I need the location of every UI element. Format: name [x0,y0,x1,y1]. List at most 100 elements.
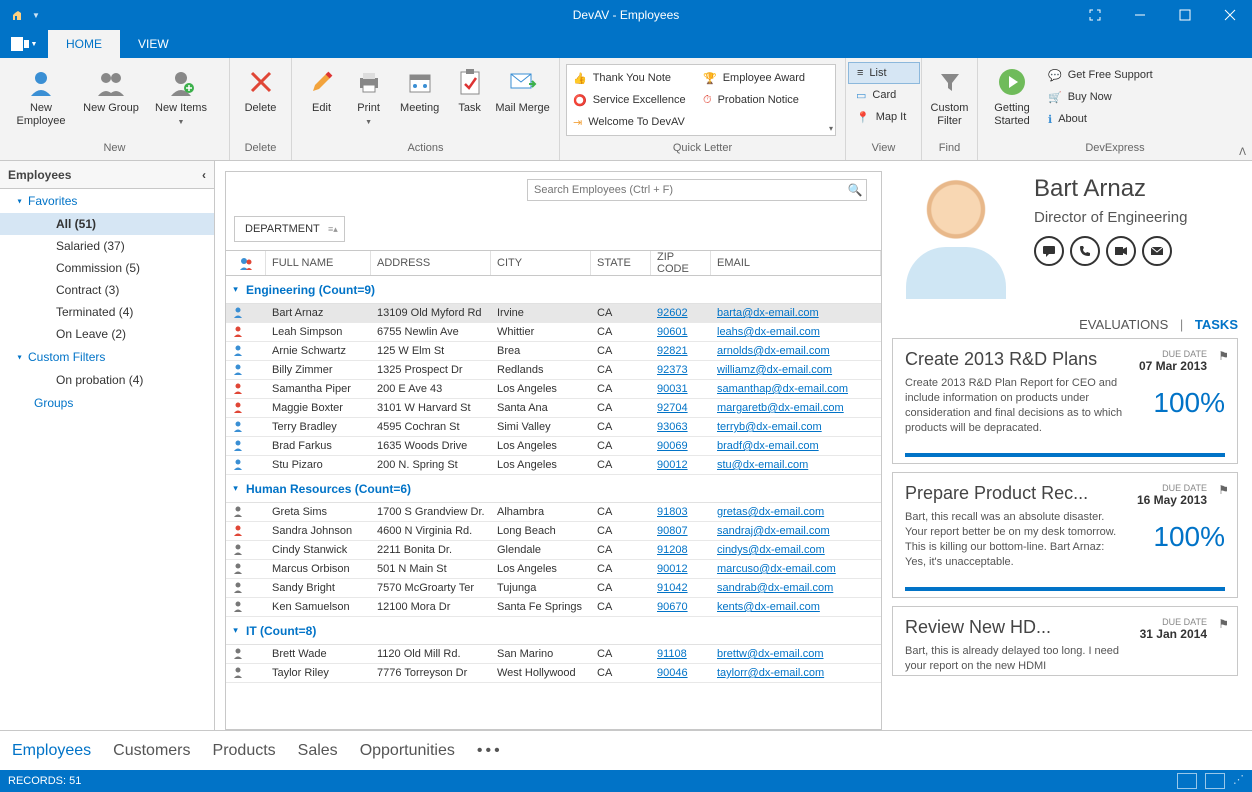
zip-link[interactable]: 91108 [651,648,711,660]
table-row[interactable]: Leah Simpson6755 Newlin AveWhittierCA906… [226,323,881,342]
minimize-button[interactable] [1117,0,1162,30]
bottom-nav-products[interactable]: Products [213,742,276,760]
zip-link[interactable]: 90046 [651,667,711,679]
custom-filter-button[interactable]: Custom Filter [928,62,971,128]
call-button[interactable] [1070,236,1100,266]
quick-letter-probation[interactable]: ⏱Probation Notice [699,89,829,111]
zip-link[interactable]: 90031 [651,383,711,395]
zip-link[interactable]: 92704 [651,402,711,414]
bottom-nav-employees[interactable]: Employees [12,742,91,760]
email-link[interactable]: cindys@dx-email.com [711,544,881,556]
quick-access-dropdown-icon[interactable]: ▼ [32,11,40,20]
group-header-row[interactable]: ▸IT (Count=8) [226,617,881,645]
status-view-1[interactable] [1177,773,1197,789]
zip-link[interactable]: 90601 [651,326,711,338]
group-header-row[interactable]: ▸Human Resources (Count=6) [226,475,881,503]
zip-link[interactable]: 92373 [651,364,711,376]
message-button[interactable] [1034,236,1064,266]
nav-item[interactable]: On Leave (2) [0,323,214,345]
zip-link[interactable]: 91208 [651,544,711,556]
view-map-button[interactable]: 📍Map It [848,106,920,128]
quick-access-icon[interactable] [8,6,26,24]
bottom-nav-customers[interactable]: Customers [113,742,190,760]
table-row[interactable]: Brett Wade1120 Old Mill Rd.San MarinoCA9… [226,645,881,664]
email-link[interactable]: marcuso@dx-email.com [711,563,881,575]
zip-link[interactable]: 90069 [651,440,711,452]
delete-button[interactable]: Delete [236,62,285,115]
ribbon-collapse-icon[interactable]: ᐱ [1239,147,1246,158]
file-button[interactable]: ▼ [0,30,48,58]
view-card-button[interactable]: ▭Card [848,84,920,106]
table-row[interactable]: Taylor Riley7776 Torreyson DrWest Hollyw… [226,664,881,683]
task-card[interactable]: Prepare Product Rec...Bart, this recall … [892,472,1238,598]
zip-link[interactable]: 92821 [651,345,711,357]
table-row[interactable]: Ken Samuelson12100 Mora DrSanta Fe Sprin… [226,598,881,617]
status-view-2[interactable] [1205,773,1225,789]
table-row[interactable]: Stu Pizaro200 N. Spring StLos AngelesCA9… [226,456,881,475]
get-support-button[interactable]: 💬Get Free Support [1040,64,1161,86]
detail-tab-tasks[interactable]: TASKS [1195,317,1238,332]
col-fullname[interactable]: FULL NAME [266,251,371,275]
task-card[interactable]: Create 2013 R&D PlansCreate 2013 R&D Pla… [892,338,1238,464]
fullscreen-button[interactable] [1072,0,1117,30]
new-employee-button[interactable]: New Employee [6,62,76,128]
table-row[interactable]: Billy Zimmer1325 Prospect DrRedlandsCA92… [226,361,881,380]
table-row[interactable]: Greta Sims1700 S Grandview Dr.AlhambraCA… [226,503,881,522]
buy-now-button[interactable]: 🛒Buy Now [1040,86,1161,108]
email-link[interactable]: samanthap@dx-email.com [711,383,881,395]
zip-link[interactable]: 90012 [651,459,711,471]
nav-collapse-icon[interactable]: ‹ [202,168,206,182]
col-email[interactable]: EMAIL [711,251,881,275]
nav-group-custom[interactable]: ▸Custom Filters [0,345,214,369]
about-button[interactable]: ℹAbout [1040,108,1161,130]
nav-item[interactable]: Salaried (37) [0,235,214,257]
zip-link[interactable]: 90670 [651,601,711,613]
col-state[interactable]: STATE [591,251,651,275]
table-row[interactable]: Arnie Schwartz125 W Elm StBreaCA92821arn… [226,342,881,361]
table-row[interactable]: Bart Arnaz13109 Old Myford RdIrvineCA926… [226,304,881,323]
quick-letter-service[interactable]: ⭕Service Excellence [569,89,699,111]
email-link[interactable]: kents@dx-email.com [711,601,881,613]
meeting-button[interactable]: Meeting [392,62,447,115]
bottom-nav-opportunities[interactable]: Opportunities [360,742,455,760]
email-link[interactable]: leahs@dx-email.com [711,326,881,338]
task-card[interactable]: Review New HD...Bart, this is already de… [892,606,1238,676]
table-row[interactable]: Sandy Bright7570 McGroarty TerTujungaCA9… [226,579,881,598]
email-link[interactable]: stu@dx-email.com [711,459,881,471]
mailmerge-button[interactable]: Mail Merge [492,62,553,115]
zip-link[interactable]: 91803 [651,506,711,518]
search-input[interactable] [528,184,844,196]
bottom-nav-more[interactable]: ••• [477,742,503,760]
video-button[interactable] [1106,236,1136,266]
table-row[interactable]: Marcus Orbison501 N Main StLos AngelesCA… [226,560,881,579]
print-button[interactable]: Print▼ [345,62,392,128]
email-link[interactable]: sandraj@dx-email.com [711,525,881,537]
email-link[interactable]: arnolds@dx-email.com [711,345,881,357]
email-link[interactable]: gretas@dx-email.com [711,506,881,518]
quick-letter-welcome[interactable]: ⇥Welcome To DevAV [569,111,699,133]
email-link[interactable]: barta@dx-email.com [711,307,881,319]
col-zipcode[interactable]: ZIP CODE [651,251,711,275]
email-link[interactable]: bradf@dx-email.com [711,440,881,452]
tab-view[interactable]: VIEW [120,30,187,58]
close-button[interactable] [1207,0,1252,30]
maximize-button[interactable] [1162,0,1207,30]
nav-group-favorites[interactable]: ▸Favorites [0,189,214,213]
email-button[interactable] [1142,236,1172,266]
gallery-dropdown-icon[interactable]: ▾ [829,124,833,133]
quick-letter-award[interactable]: 🏆Employee Award [699,67,829,89]
col-person-icon[interactable] [226,251,266,275]
nav-item[interactable]: Commission (5) [0,257,214,279]
new-items-button[interactable]: New Items▼ [146,62,216,128]
col-address[interactable]: ADDRESS [371,251,491,275]
detail-tab-evaluations[interactable]: EVALUATIONS [1079,317,1168,332]
tab-home[interactable]: HOME [48,30,120,58]
table-row[interactable]: Maggie Boxter3101 W Harvard StSanta AnaC… [226,399,881,418]
search-icon[interactable]: 🔍 [844,183,866,197]
status-resize-grip[interactable]: ⋰ [1233,773,1244,789]
new-group-button[interactable]: New Group [76,62,146,115]
nav-item[interactable]: On probation (4) [0,369,214,391]
task-button[interactable]: Task [447,62,492,115]
table-row[interactable]: Sandra Johnson4600 N Virginia Rd.Long Be… [226,522,881,541]
bottom-nav-sales[interactable]: Sales [298,742,338,760]
